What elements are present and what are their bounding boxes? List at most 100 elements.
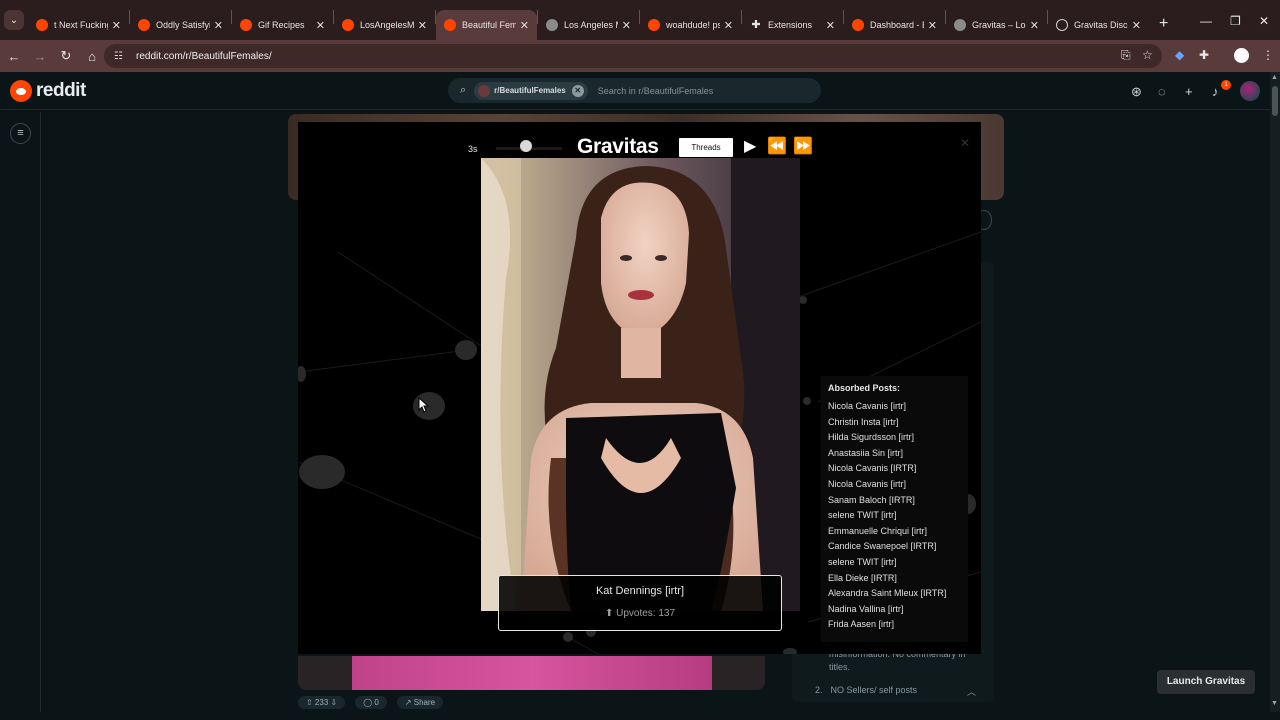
browser-tab[interactable]: Gif Recipes ✕ [232,10,333,40]
absorbed-post-item[interactable]: Emmanuelle Chriqui [irtr] [828,526,968,542]
rule-item[interactable]: 2. NO Sellers/ self posts ︿ [815,685,976,697]
tab-close-icon[interactable]: ✕ [724,19,733,32]
home-icon[interactable]: ⌂ [80,49,104,64]
install-app-icon[interactable]: ⎘ [1121,48,1131,63]
tab-title: Los Angeles M [564,20,618,30]
tab-title: t Next Fucking [54,20,108,30]
vote-button[interactable]: ⇧ 233 ⇩ [298,696,346,709]
absorbed-post-item[interactable]: Nicola Cavanis [irtr] [828,479,968,495]
profile-avatar[interactable] [1234,48,1249,63]
reddit-icon [138,19,150,31]
user-avatar[interactable] [1240,81,1260,101]
address-bar[interactable]: ☷ reddit.com/r/BeautifulFemales/ [104,44,1162,68]
absorbed-post-item[interactable]: Nicola Cavanis [IRTR] [828,463,968,479]
back-icon[interactable]: ← [2,49,26,64]
post-image[interactable] [352,656,712,690]
absorbed-post-item[interactable]: selene TWIT [irtr] [828,557,968,573]
tab-close-icon[interactable]: ✕ [826,19,835,32]
browser-tab[interactable]: woahdude! psy ✕ [640,10,741,40]
restore-icon[interactable]: ❐ [1230,14,1241,28]
reddit-logo[interactable]: reddit [10,80,86,102]
scroll-up-icon[interactable]: ▲ [1271,74,1278,81]
browser-tab[interactable]: Gravitas Disco ✕ [1048,10,1149,40]
browser-tab[interactable]: Oddly Satisfying ✕ [130,10,231,40]
browser-tab[interactable]: ✚ Extensions ✕ [742,10,843,40]
browser-tab[interactable]: t Next Fucking ✕ [28,10,129,40]
tab-close-icon[interactable]: ✕ [418,19,427,32]
tab-close-icon[interactable]: ✕ [112,19,121,32]
subreddit-filter-chip[interactable]: r/BeautifulFemales ✕ [474,81,588,100]
absorbed-post-item[interactable]: Nicola Cavanis [irtr] [828,401,968,417]
tab-close-icon[interactable]: ✕ [1030,19,1039,32]
globe-icon [1056,19,1068,31]
fast-forward-icon[interactable]: ⏩ [793,136,813,156]
create-post-icon[interactable]: + [1185,84,1193,99]
chevron-up-icon: ︿ [967,687,977,697]
absorbed-post-item[interactable]: Alexandra Saint Mleux [IRTR] [828,588,968,604]
post-title: Kat Dennings [irtr] [595,585,685,597]
tab-title: Gravitas Disco [1074,20,1128,30]
tab-close-icon[interactable]: ✕ [1132,19,1141,32]
sidebar-menu-icon[interactable]: ≡ [10,123,31,144]
tab-close-icon[interactable]: ✕ [622,19,631,32]
browser-tab[interactable]: LosAngelesMe ✕ [334,10,435,40]
page-scrollbar[interactable]: ▲ ▼ [1270,72,1280,712]
gravitas-title: Gravitas [577,135,659,158]
absorbed-post-item[interactable]: Sanam Baloch [IRTR] [828,495,968,511]
absorbed-post-item[interactable]: Ella Dieke [IRTR] [828,573,968,589]
speed-slider-knob[interactable] [519,140,532,152]
notifications-bell-icon[interactable]: ♪ [1212,84,1219,99]
puzzle-icon: ✚ [751,19,761,31]
bookmark-star-icon[interactable]: ☆ [1142,48,1153,62]
window-close-icon[interactable]: ✕ [1259,14,1269,28]
mouse-cursor-icon [418,397,430,413]
share-button[interactable]: ↗ Share [396,696,444,709]
reddit-icon [444,19,456,31]
clear-chip-icon[interactable]: ✕ [571,84,584,97]
browser-tab[interactable]: Gravitas – Los ✕ [946,10,1047,40]
post-photo[interactable] [481,158,800,611]
extension-pin-icon[interactable]: ◆ [1175,48,1184,62]
reddit-icon [240,19,252,31]
browser-tab[interactable]: Los Angeles M ✕ [538,10,639,40]
tab-search-button[interactable]: ⌄ [4,10,24,30]
absorbed-post-item[interactable]: Christin Insta [irtr] [828,417,968,433]
rewind-icon[interactable]: ⏪ [767,136,787,156]
snoo-icon [10,80,32,102]
extensions-puzzle-icon[interactable]: ✚ [1199,48,1209,62]
absorbed-post-item[interactable]: Frida Aasen [irtr] [828,619,968,635]
minimize-icon[interactable]: — [1200,14,1212,28]
threads-button[interactable]: Threads [679,138,733,157]
browser-tab[interactable]: Dashboard - B ✕ [844,10,945,40]
scroll-down-icon[interactable]: ▼ [1271,700,1278,707]
absorbed-post-item[interactable]: Candice Swanepoel [IRTR] [828,541,968,557]
play-icon[interactable]: ▶ [744,136,756,156]
tab-title: LosAngelesMe [360,20,414,30]
gravitas-overlay: ✕ 3s Gravitas Threads ▶ ⏪ ⏩ Kat Dennings… [298,122,981,654]
browser-menu-icon[interactable]: ⋮ [1262,48,1274,62]
comments-button[interactable]: ◯ 0 [355,696,387,709]
absorbed-post-item[interactable]: Hilda Sigurdsson [irtr] [828,432,968,448]
tab-close-icon[interactable]: ✕ [928,19,937,32]
reddit-search-bar[interactable]: ⌕ r/BeautifulFemales ✕ Search in r/Beaut… [448,78,821,103]
reload-icon[interactable]: ↻ [54,48,78,64]
advertise-icon[interactable]: ⊛ [1131,84,1142,100]
absorbed-post-item[interactable]: Anastasiia Sin [irtr] [828,448,968,464]
new-tab-icon[interactable]: + [1159,15,1168,33]
tab-close-icon[interactable]: ✕ [214,19,223,32]
browser-tab[interactable]: Beautiful Fema ✕ [436,10,537,40]
chat-icon[interactable]: ◌ [1158,84,1166,99]
tab-close-icon[interactable]: ✕ [316,19,325,32]
scrollbar-thumb[interactable] [1272,86,1278,116]
absorbed-post-item[interactable]: selene TWIT [irtr] [828,510,968,526]
tab-close-icon[interactable]: ✕ [520,19,529,32]
absorbed-post-item[interactable]: Nadina Vallina [irtr] [828,604,968,620]
forward-icon[interactable]: → [28,49,52,64]
launch-gravitas-button[interactable]: Launch Gravitas [1157,670,1255,694]
overlay-close-icon[interactable]: ✕ [960,136,970,150]
post-caption-card[interactable]: Kat Dennings [irtr] ⬆ Upvotes: 137 [498,575,782,631]
tab-title: woahdude! psy [666,20,720,30]
site-info-icon[interactable]: ☷ [114,51,128,62]
search-input[interactable]: Search in r/BeautifulFemales [598,86,714,96]
gravitas-icon [954,19,966,31]
